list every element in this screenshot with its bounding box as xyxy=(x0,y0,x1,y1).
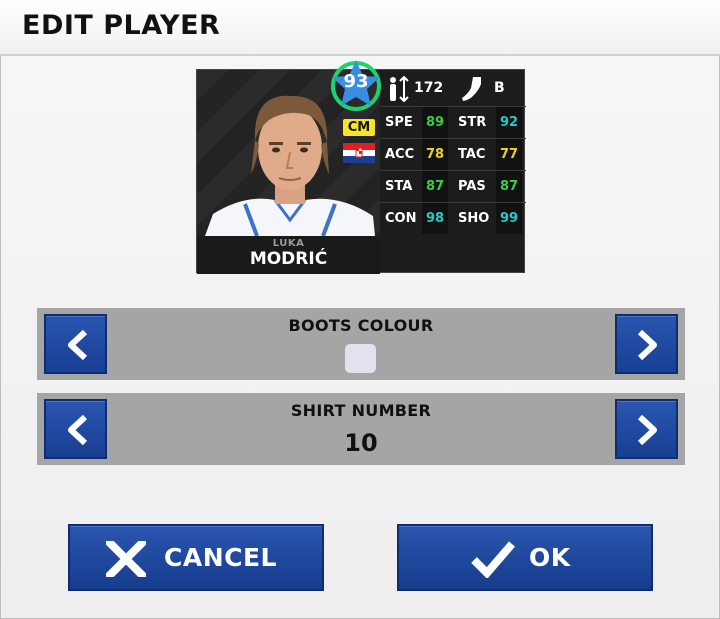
boots-colour-next-button[interactable] xyxy=(615,314,678,374)
shirt-number-next-button[interactable] xyxy=(615,399,678,459)
player-card: LUKA MODRIĆ 93 CM 172 B SPE 89 STR 92 AC… xyxy=(196,60,526,274)
player-last-name: MODRIĆ xyxy=(249,249,328,269)
checkmark-icon xyxy=(471,541,515,578)
shirt-number-title: SHIRT NUMBER xyxy=(290,401,432,420)
stat-row: STA 87 PAS 87 xyxy=(380,170,526,202)
boots-colour-selector: BOOTS COLOUR xyxy=(37,308,685,380)
page-title: EDIT PLAYER xyxy=(22,10,221,41)
boots-colour-prev-button[interactable] xyxy=(44,314,107,374)
height-icon xyxy=(390,76,409,102)
chevron-left-icon xyxy=(68,415,88,445)
dialog-header: EDIT PLAYER xyxy=(0,0,720,56)
stat-label: CON xyxy=(385,211,417,226)
stat-row: ACC 78 TAC 77 xyxy=(380,138,526,170)
cancel-button-label: CANCEL xyxy=(164,543,277,572)
stat-value: 99 xyxy=(496,203,522,234)
preferred-foot: B xyxy=(494,80,505,96)
shirt-number-value: 10 xyxy=(344,429,378,457)
boots-colour-title: BOOTS COLOUR xyxy=(288,316,434,335)
stat-row: CON 98 SHO 99 xyxy=(380,202,526,234)
stat-value: 78 xyxy=(422,139,448,170)
stat-label: PAS xyxy=(458,179,486,194)
shirt-number-prev-button[interactable] xyxy=(44,399,107,459)
player-first-name: LUKA xyxy=(272,238,305,249)
chevron-right-icon xyxy=(637,415,657,445)
stat-row: SPE 89 STR 92 xyxy=(380,106,526,138)
stat-value: 98 xyxy=(422,203,448,234)
stat-value: 89 xyxy=(422,107,448,138)
position-badge: CM xyxy=(343,119,375,136)
chevron-right-icon xyxy=(637,330,657,360)
stat-label: TAC xyxy=(458,147,486,162)
cancel-button[interactable]: CANCEL xyxy=(68,524,324,591)
boot-icon xyxy=(462,77,481,101)
stat-label: ACC xyxy=(385,147,415,162)
shirt-number-selector: SHIRT NUMBER 10 xyxy=(37,393,685,465)
chevron-left-icon xyxy=(68,330,88,360)
ok-button-label: OK xyxy=(529,543,571,572)
boots-colour-swatch xyxy=(345,344,376,373)
player-rating: 93 xyxy=(343,71,369,92)
stat-value: 92 xyxy=(496,107,522,138)
stat-label: STA xyxy=(385,179,413,194)
stat-label: SHO xyxy=(458,211,490,226)
stat-label: SPE xyxy=(385,115,413,130)
player-height: 172 xyxy=(414,80,444,96)
stat-value: 87 xyxy=(422,171,448,202)
croatia-flag-icon xyxy=(343,143,375,163)
stat-value: 87 xyxy=(496,171,522,202)
stat-label: STR xyxy=(458,115,487,130)
stats-table: SPE 89 STR 92 ACC 78 TAC 77 STA 87 PAS 8… xyxy=(380,106,526,270)
ok-button[interactable]: OK xyxy=(397,524,653,591)
close-icon xyxy=(106,541,146,577)
stat-value: 77 xyxy=(496,139,522,170)
